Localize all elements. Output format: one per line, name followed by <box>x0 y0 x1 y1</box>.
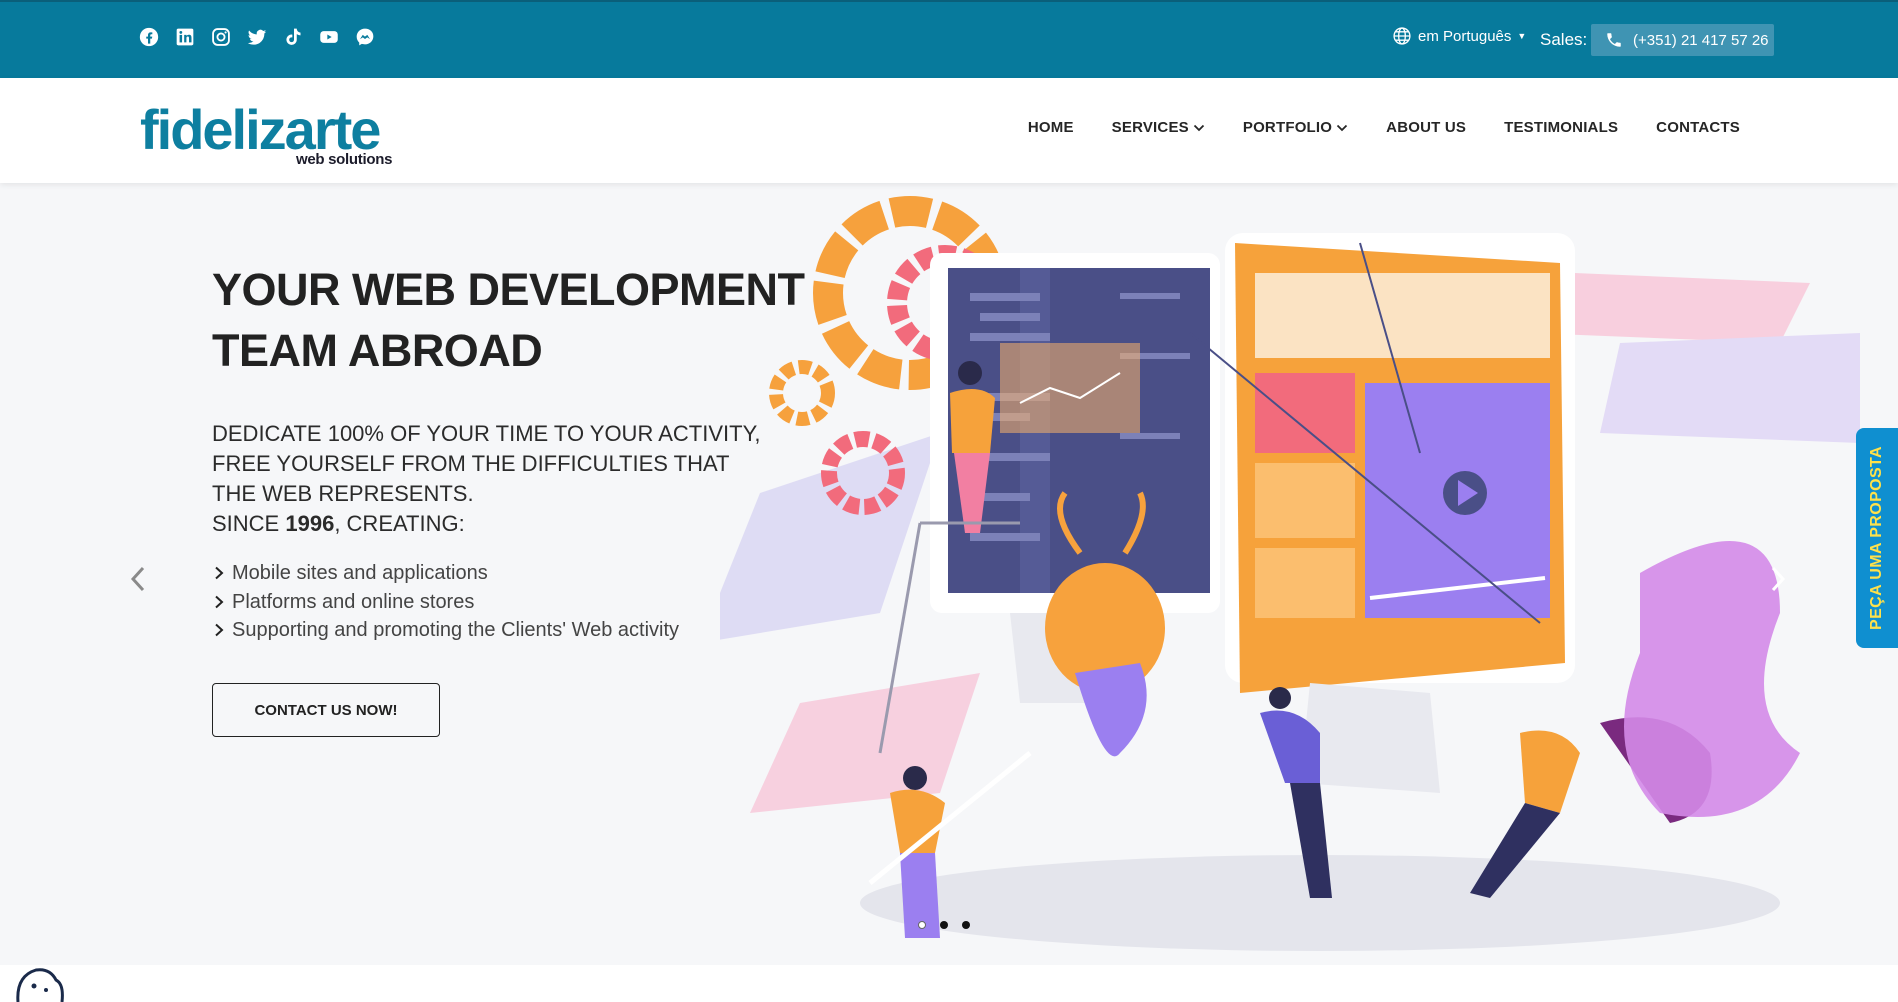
chevron-down-icon <box>1337 124 1348 131</box>
slider-dots <box>918 921 970 929</box>
nav-about-us[interactable]: ABOUT US <box>1386 119 1466 136</box>
top-bar: em Português ▼ Sales: (+351) 21 417 57 2… <box>0 0 1898 78</box>
since-suffix: , CREATING: <box>334 511 465 536</box>
phone-icon <box>1607 33 1621 47</box>
chevron-right-icon <box>215 567 224 580</box>
globe-icon <box>1393 27 1411 45</box>
social-links <box>138 26 376 48</box>
list-item: Supporting and promoting the Clients' We… <box>212 616 679 645</box>
list-item: Mobile sites and applications <box>212 559 679 588</box>
youtube-icon[interactable] <box>318 26 340 48</box>
chevron-right-icon <box>215 595 224 608</box>
request-proposal-tab[interactable]: PEÇA UMA PROPOSTA <box>1856 428 1898 648</box>
nav-label: TESTIMONIALS <box>1504 119 1619 136</box>
chevron-right-icon <box>215 624 224 637</box>
hero-slider: YOUR WEB DEVELOPMENT TEAM ABROAD DEDICAT… <box>0 183 1898 965</box>
hero-title: YOUR WEB DEVELOPMENT TEAM ABROAD <box>212 259 812 381</box>
facebook-icon[interactable] <box>138 26 160 48</box>
slider-prev-arrow-icon[interactable] <box>128 564 150 594</box>
messenger-icon[interactable] <box>354 26 376 48</box>
nav-testimonials[interactable]: TESTIMONIALS <box>1504 119 1618 136</box>
services-list: Mobile sites and applications Platforms … <box>212 559 679 645</box>
hero-title-line: YOUR WEB DEVELOPMENT <box>212 264 805 315</box>
nav-contacts[interactable]: CONTACTS <box>1656 119 1740 136</box>
since-year: 1996 <box>285 511 335 536</box>
nav-home[interactable]: HOME <box>1028 119 1074 136</box>
request-proposal-label: PEÇA UMA PROPOSTA <box>1868 446 1885 630</box>
main-navbar: fidelizarte web solutions HOME SERVICES … <box>0 78 1898 183</box>
language-selector[interactable]: em Português ▼ <box>1392 26 1526 46</box>
nav-label: SERVICES <box>1111 119 1189 136</box>
hero-since-line: SINCE 1996, CREATING: <box>212 509 772 539</box>
language-label: em Português <box>1418 27 1512 45</box>
nav-services[interactable]: SERVICES <box>1112 119 1205 136</box>
nav-portfolio[interactable]: PORTFOLIO <box>1243 119 1348 136</box>
sales-phone-button[interactable]: (+351) 21 417 57 26 <box>1591 24 1774 56</box>
hero-title-line: TEAM ABROAD <box>212 325 543 376</box>
list-item: Platforms and online stores <box>212 588 679 617</box>
caret-down-icon: ▼ <box>1517 31 1527 41</box>
nav-label: CONTACTS <box>1656 119 1740 136</box>
list-item-label: Supporting and promoting the Clients' We… <box>232 619 680 641</box>
instagram-icon[interactable] <box>210 26 232 48</box>
hero-illustration <box>720 196 1860 951</box>
chevron-down-icon <box>1193 124 1204 131</box>
hero-description: DEDICATE 100% OF YOUR TIME TO YOUR ACTIV… <box>212 419 772 539</box>
logo-subtitle: web solutions <box>296 151 393 168</box>
slider-dot[interactable] <box>940 921 948 929</box>
list-item-label: Platforms and online stores <box>232 590 475 613</box>
nav-label: HOME <box>1027 119 1074 136</box>
hero-text-line: DEDICATE 100% OF YOUR TIME TO YOUR ACTIV… <box>212 421 761 446</box>
logo[interactable]: fidelizarte web solutions <box>140 100 410 170</box>
nav-label: ABOUT US <box>1386 119 1467 136</box>
hero-text-line: THE WEB REPRESENTS. <box>212 481 474 506</box>
linkedin-icon[interactable] <box>174 26 196 48</box>
twitter-icon[interactable] <box>246 26 268 48</box>
slider-dot[interactable] <box>962 921 970 929</box>
cookie-consent-icon[interactable] <box>12 962 66 1002</box>
contact-us-button[interactable]: CONTACT US NOW! <box>212 683 440 737</box>
phone-number: (+351) 21 417 57 26 <box>1633 31 1769 49</box>
since-label: SINCE <box>212 511 286 536</box>
sales-label: Sales: <box>1540 30 1588 49</box>
tiktok-icon[interactable] <box>282 26 304 48</box>
hero-text-line: FREE YOURSELF FROM THE DIFFICULTIES THAT <box>212 451 730 476</box>
list-item-label: Mobile sites and applications <box>232 562 488 584</box>
slider-dot[interactable] <box>918 921 926 929</box>
slider-next-arrow-icon[interactable] <box>1766 564 1788 594</box>
main-nav: HOME SERVICES PORTFOLIO ABOUT US TESTIMO… <box>1028 119 1740 136</box>
nav-label: PORTFOLIO <box>1242 119 1333 136</box>
